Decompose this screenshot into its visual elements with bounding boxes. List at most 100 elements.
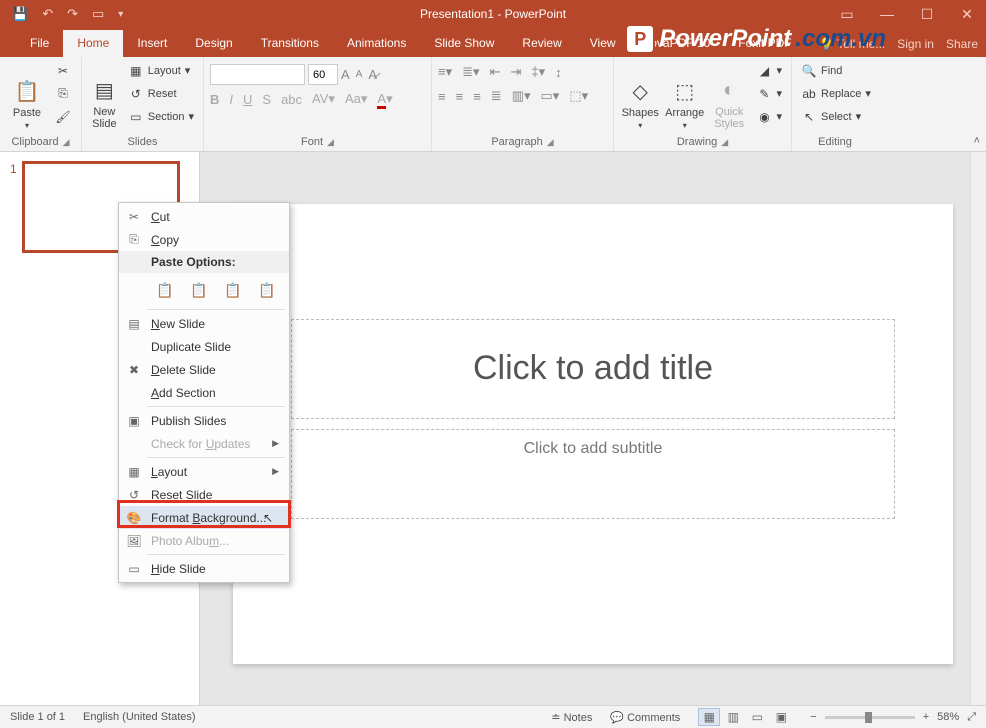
select-button[interactable]: ↖Select ▾	[798, 106, 874, 127]
smartart-icon[interactable]: ⬚▾	[569, 88, 588, 104]
ctx-add-section[interactable]: Add Section	[119, 381, 289, 404]
font-name-input[interactable]	[210, 64, 305, 85]
reading-view-icon[interactable]: ▭	[746, 708, 768, 726]
text-direction-icon[interactable]: ↕	[555, 65, 562, 80]
ctx-layout[interactable]: ▦Layout▶	[119, 460, 289, 483]
line-spacing-icon[interactable]: ‡▾	[531, 64, 545, 80]
columns-icon[interactable]: ▥▾	[512, 88, 531, 104]
ctx-format-background[interactable]: 🎨Format Background...↖	[119, 506, 289, 529]
ctx-cut[interactable]: ✂Cut	[119, 205, 289, 228]
tab-view[interactable]: View	[576, 30, 630, 57]
start-from-beginning-icon[interactable]: ▭	[92, 6, 104, 22]
close-button[interactable]: ✕	[952, 6, 982, 23]
tab-file[interactable]: File	[16, 30, 63, 57]
ribbon-display-icon[interactable]: ▭	[832, 6, 862, 23]
clipboard-launcher[interactable]: ◢	[59, 137, 70, 147]
shapes-button[interactable]: ◇Shapes▾	[620, 60, 660, 130]
paste-keep-source-icon[interactable]: 📋	[185, 277, 213, 303]
comments-button[interactable]: 💬 Comments	[610, 711, 680, 724]
layout-button[interactable]: ▦Layout ▾	[125, 60, 197, 81]
indent-inc-icon[interactable]: ⇥	[510, 64, 521, 80]
language-status[interactable]: English (United States)	[83, 711, 196, 723]
tab-foxit[interactable]: Foxit PDF	[724, 30, 805, 57]
tab-slideshow[interactable]: Slide Show	[420, 30, 508, 57]
replace-button[interactable]: abReplace ▾	[798, 83, 874, 104]
font-launcher[interactable]: ◢	[323, 137, 334, 147]
subtitle-placeholder[interactable]: Click to add subtitle	[291, 429, 895, 519]
arrange-button[interactable]: ⬚Arrange▾	[664, 60, 704, 130]
copy-button[interactable]: ⎘	[52, 83, 74, 104]
bullets-icon[interactable]: ≡▾	[438, 64, 452, 80]
cut-button[interactable]: ✂	[52, 60, 74, 81]
zoom-slider[interactable]	[825, 716, 915, 719]
vertical-scrollbar[interactable]	[970, 152, 986, 705]
zoom-level[interactable]: 58%	[937, 711, 959, 723]
align-left-icon[interactable]: ≡	[438, 89, 446, 104]
section-button[interactable]: ▭Section ▾	[125, 106, 197, 127]
tab-novapdf[interactable]: novaPDF 10	[630, 30, 725, 57]
tab-animations[interactable]: Animations	[333, 30, 420, 57]
paste-text-only-icon[interactable]: 📋	[253, 277, 281, 303]
save-icon[interactable]: 💾	[12, 6, 28, 22]
quick-styles-button[interactable]: ◐Quick Styles	[709, 60, 749, 130]
notes-button[interactable]: ≐ Notes	[551, 711, 592, 724]
strike-button[interactable]: abc	[281, 92, 302, 107]
grow-font-icon[interactable]: A	[341, 67, 350, 82]
slideshow-view-icon[interactable]: ▣	[770, 708, 792, 726]
ctx-publish-slides[interactable]: ▣Publish Slides	[119, 409, 289, 432]
zoom-in-button[interactable]: +	[923, 711, 929, 723]
paste-picture-icon[interactable]: 📋	[219, 277, 247, 303]
share-button[interactable]: Share	[946, 37, 978, 51]
justify-icon[interactable]: ≣	[491, 88, 502, 104]
qat-customize-icon[interactable]: ▾	[118, 9, 123, 20]
shape-fill-button[interactable]: ◢▾	[753, 60, 785, 81]
tab-home[interactable]: Home	[63, 30, 123, 57]
tab-insert[interactable]: Insert	[123, 30, 181, 57]
font-color-button[interactable]: A▾	[377, 91, 392, 107]
sorter-view-icon[interactable]: ▥	[722, 708, 744, 726]
redo-icon[interactable]: ↷	[67, 6, 78, 22]
numbering-icon[interactable]: ≣▾	[462, 64, 479, 80]
slide[interactable]: Click to add title Click to add subtitle	[233, 204, 953, 664]
collapse-ribbon-icon[interactable]: ˄	[974, 135, 980, 147]
italic-button[interactable]: I	[229, 92, 233, 107]
bold-button[interactable]: B	[210, 92, 219, 107]
title-placeholder[interactable]: Click to add title	[291, 319, 895, 419]
shape-outline-button[interactable]: ✎▾	[753, 83, 785, 104]
align-text-icon[interactable]: ▭▾	[541, 88, 560, 104]
clear-format-icon[interactable]: A̷	[368, 67, 377, 82]
minimize-button[interactable]: —	[872, 6, 902, 22]
font-size-input[interactable]	[308, 64, 338, 85]
maximize-button[interactable]: ☐	[912, 6, 942, 23]
paste-dest-theme-icon[interactable]: 📋	[151, 277, 179, 303]
paragraph-launcher[interactable]: ◢	[543, 137, 554, 147]
ctx-delete-slide[interactable]: ✖Delete Slide	[119, 358, 289, 381]
drawing-launcher[interactable]: ◢	[717, 137, 728, 147]
format-painter-button[interactable]: 🖌	[52, 106, 74, 127]
shape-effects-button[interactable]: ◉▾	[753, 106, 785, 127]
tab-design[interactable]: Design	[181, 30, 246, 57]
underline-button[interactable]: U	[243, 92, 252, 107]
zoom-out-button[interactable]: −	[810, 711, 816, 723]
shrink-font-icon[interactable]: A	[356, 69, 363, 80]
slide-counter[interactable]: Slide 1 of 1	[10, 711, 65, 723]
ctx-new-slide[interactable]: ▤New Slide	[119, 312, 289, 335]
ctx-copy[interactable]: ⎘Copy	[119, 228, 289, 251]
shadow-button[interactable]: S	[262, 92, 271, 107]
sign-in[interactable]: Sign in	[897, 37, 934, 51]
tab-review[interactable]: Review	[508, 30, 575, 57]
undo-icon[interactable]: ↶	[42, 6, 53, 22]
find-button[interactable]: 🔍Find	[798, 60, 874, 81]
paste-button[interactable]: 📋 Paste ▾	[6, 60, 48, 130]
new-slide-button[interactable]: ▤ New Slide	[88, 60, 121, 130]
tell-me[interactable]: 💡 Tell me...	[819, 37, 885, 51]
spacing-button[interactable]: AV▾	[312, 91, 335, 107]
normal-view-icon[interactable]: ▦	[698, 708, 720, 726]
indent-dec-icon[interactable]: ⇤	[490, 64, 501, 80]
ctx-hide-slide[interactable]: ▭Hide Slide	[119, 557, 289, 580]
reset-button[interactable]: ↺Reset	[125, 83, 197, 104]
ctx-reset-slide[interactable]: ↺Reset Slide	[119, 483, 289, 506]
ctx-duplicate-slide[interactable]: Duplicate Slide	[119, 335, 289, 358]
align-center-icon[interactable]: ≡	[456, 89, 464, 104]
case-button[interactable]: Aa▾	[345, 91, 367, 107]
